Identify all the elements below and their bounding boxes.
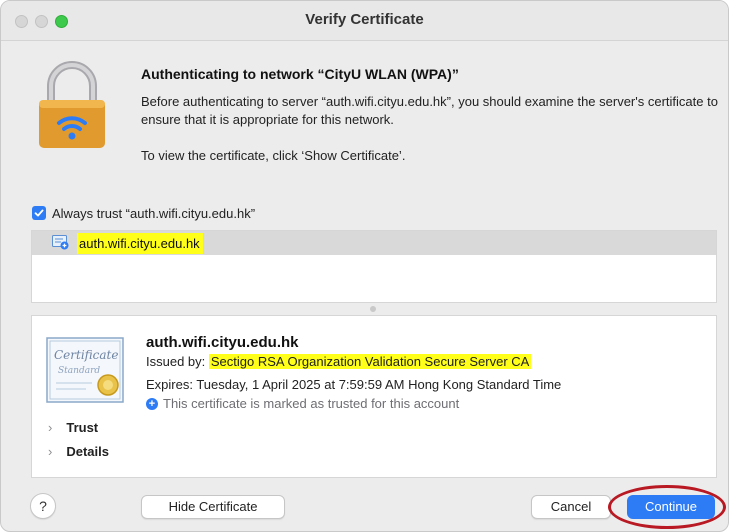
certificate-icon <box>52 235 69 250</box>
title-bar: Verify Certificate <box>1 1 728 41</box>
certificate-list-item[interactable]: auth.wifi.cityu.edu.hk <box>32 231 716 255</box>
plus-circle-icon: + <box>146 397 158 410</box>
network-lock-icon <box>39 61 105 148</box>
certificate-document-icon: Certificate Standard <box>46 337 124 403</box>
certificate-detail-pane: Certificate Standard auth.wifi.cityu.edu… <box>31 315 717 478</box>
trust-disclosure[interactable]: › Trust <box>48 420 98 435</box>
issuer-name: Sectigo RSA Organization Validation Secu… <box>208 354 532 369</box>
chevron-right-icon: › <box>48 420 53 435</box>
help-button[interactable]: ? <box>30 493 56 519</box>
details-disclosure-label: Details <box>66 444 109 459</box>
always-trust-checkbox[interactable] <box>32 206 46 220</box>
dialog-hint: To view the certificate, click ‘Show Cer… <box>141 148 406 163</box>
hide-certificate-button[interactable]: Hide Certificate <box>141 495 285 519</box>
trusted-note: + This certificate is marked as trusted … <box>146 396 459 411</box>
always-trust-label: Always trust “auth.wifi.cityu.edu.hk” <box>52 205 256 221</box>
verify-certificate-window: Verify Certificate Authenticating to net… <box>0 0 729 532</box>
svg-text:Certificate: Certificate <box>54 348 118 362</box>
cancel-button[interactable]: Cancel <box>531 495 611 519</box>
checkmark-icon <box>34 209 44 217</box>
dialog-description: Before authenticating to server “auth.wi… <box>141 94 718 127</box>
issued-by-prefix: Issued by: <box>146 354 206 369</box>
chevron-right-icon: › <box>48 444 53 459</box>
certificate-issuer: Issued by: Sectigo RSA Organization Vali… <box>146 354 532 369</box>
certificate-list-item-label: auth.wifi.cityu.edu.hk <box>77 233 203 254</box>
always-trust-row[interactable]: Always trust “auth.wifi.cityu.edu.hk” <box>32 204 255 222</box>
pane-splitter[interactable] <box>31 303 717 315</box>
trusted-note-text: This certificate is marked as trusted fo… <box>163 396 460 411</box>
svg-text:Standard: Standard <box>58 366 100 376</box>
splitter-handle[interactable] <box>370 306 376 312</box>
details-disclosure[interactable]: › Details <box>48 444 109 459</box>
window-title: Verify Certificate <box>305 11 424 28</box>
certificate-list: auth.wifi.cityu.edu.hk <box>31 230 717 303</box>
certificate-name: auth.wifi.cityu.edu.hk <box>146 334 299 351</box>
trust-disclosure-label: Trust <box>66 420 99 435</box>
dialog-heading: Authenticating to network “CityU WLAN (W… <box>141 66 459 82</box>
annotation-circle <box>608 485 726 529</box>
certificate-expiry: Expires: Tuesday, 1 April 2025 at 7:59:5… <box>146 377 562 392</box>
